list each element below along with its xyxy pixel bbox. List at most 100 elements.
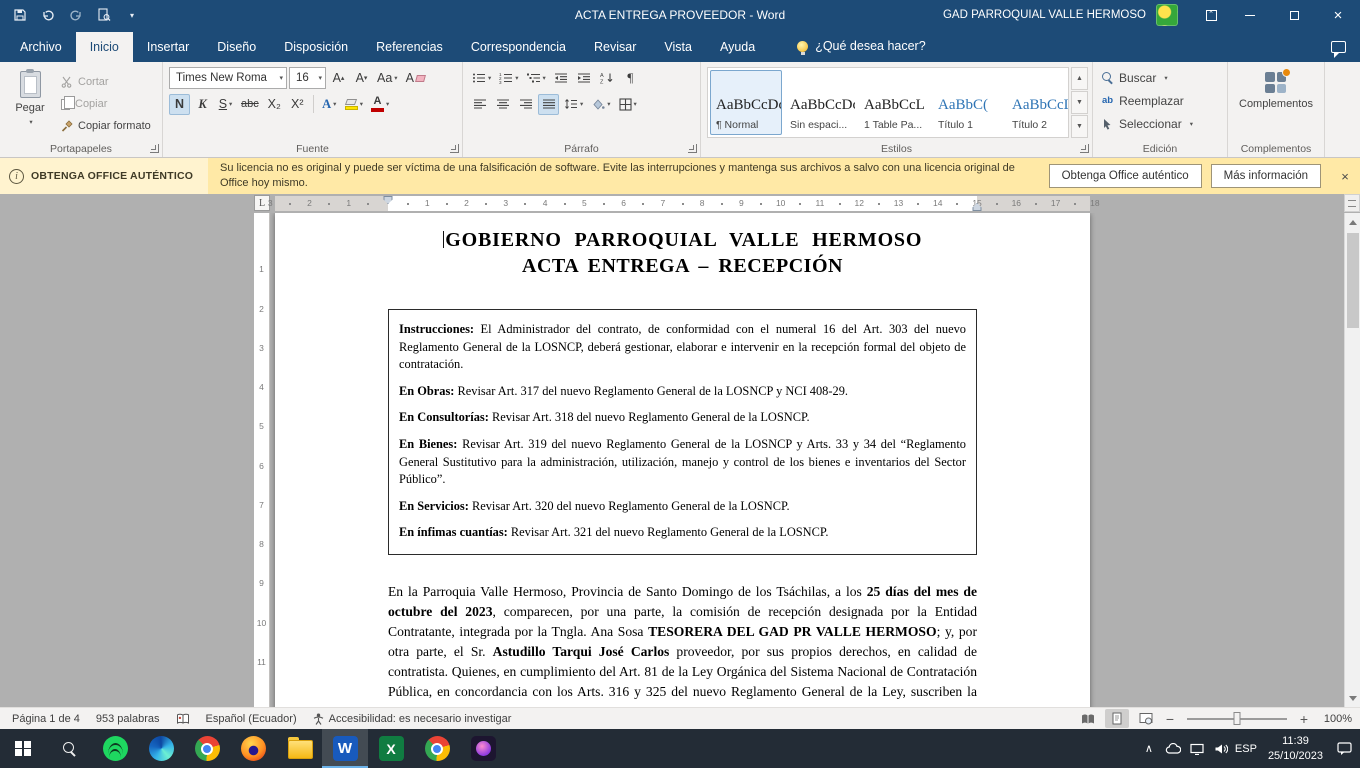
print-preview-icon[interactable] <box>96 7 112 23</box>
scroll-up-icon[interactable] <box>1345 214 1360 230</box>
taskbar-clock[interactable]: 11:39 25/10/2023 <box>1259 734 1332 763</box>
onedrive-cloud-icon[interactable] <box>1161 729 1185 768</box>
align-left-button[interactable] <box>469 94 490 115</box>
zoom-slider-thumb[interactable] <box>1234 712 1241 725</box>
scrollbar-thumb[interactable] <box>1347 233 1359 328</box>
read-mode-button[interactable] <box>1076 709 1100 728</box>
page-indicator[interactable]: Página 1 de 4 <box>4 708 88 729</box>
subscript-button[interactable]: X₂ <box>264 94 285 115</box>
gallery-more-icon[interactable]: ▼ <box>1071 115 1088 138</box>
italic-button[interactable]: K <box>192 94 213 115</box>
edge-icon[interactable] <box>138 729 184 768</box>
complementos-button[interactable]: Complementos <box>1233 70 1319 112</box>
account-name[interactable]: GAD PARROQUIAL VALLE HERMOSO <box>943 9 1146 21</box>
font-color-button[interactable]: A▾ <box>368 94 392 115</box>
underline-button[interactable]: S▾ <box>215 94 236 115</box>
customize-qat-icon[interactable]: ▾ <box>124 7 140 23</box>
find-button[interactable]: Buscar ▾ <box>1102 67 1224 88</box>
paste-button[interactable]: Pegar ▾ <box>3 65 57 140</box>
word-count[interactable]: 953 palabras <box>88 708 168 729</box>
gallery-scroll-down-icon[interactable]: ▼ <box>1071 91 1088 114</box>
chrome-icon[interactable] <box>184 729 230 768</box>
zoom-slider[interactable] <box>1187 718 1287 720</box>
document-page[interactable]: GOBIERNO PARROQUIAL VALLE HERMOSO ACTA E… <box>275 213 1090 707</box>
word-icon[interactable] <box>322 729 368 768</box>
account-avatar[interactable] <box>1156 4 1178 26</box>
decrease-indent-button[interactable] <box>551 68 572 89</box>
maximize-button[interactable] <box>1272 0 1316 30</box>
zoom-level[interactable]: 100% <box>1316 713 1352 725</box>
minimize-button[interactable] <box>1228 0 1272 30</box>
chrome-2-icon[interactable] <box>414 729 460 768</box>
tab-referencias[interactable]: Referencias <box>362 32 457 62</box>
style-item[interactable]: AaBbC(Título 1 <box>932 70 1004 135</box>
sort-button[interactable]: AZ <box>597 68 618 89</box>
shading-button[interactable]: ▾ <box>588 94 613 115</box>
taskbar-search-button[interactable] <box>46 729 92 768</box>
tab-disposicion[interactable]: Disposición <box>270 32 362 62</box>
font-size-combobox[interactable]: 16 ▾ <box>289 67 326 89</box>
ribbon-display-options-button[interactable]: ⌃ <box>1194 0 1228 30</box>
vertical-ruler[interactable]: 1234567891011 <box>254 213 270 707</box>
style-item[interactable]: AaBbCcL1 Table Pa... <box>858 70 930 135</box>
network-icon[interactable] <box>1185 729 1209 768</box>
tab-archivo[interactable]: Archivo <box>6 32 76 62</box>
clear-formatting-button[interactable]: A <box>403 68 428 89</box>
multilevel-list-button[interactable]: ▾ <box>524 68 549 89</box>
superscript-button[interactable]: X² <box>287 94 308 115</box>
bullets-button[interactable]: ▾ <box>469 68 494 89</box>
horizontal-ruler[interactable]: 321123456789101112131415161718 <box>275 196 1090 211</box>
style-item[interactable]: AaBbCcLTítulo 2 <box>1006 70 1069 135</box>
keyboard-language[interactable]: ESP <box>1233 729 1259 768</box>
grow-font-button[interactable]: A <box>328 68 349 89</box>
increase-indent-button[interactable] <box>574 68 595 89</box>
firefox-icon[interactable] <box>230 729 276 768</box>
select-button[interactable]: Seleccionar ▾ <box>1102 113 1224 134</box>
print-layout-button[interactable] <box>1105 709 1129 728</box>
dialog-launcher-icon[interactable] <box>150 144 159 153</box>
tab-insertar[interactable]: Insertar <box>133 32 203 62</box>
gallery-scroll-up-icon[interactable]: ▲ <box>1071 67 1088 90</box>
redo-icon[interactable] <box>68 7 84 23</box>
file-explorer-icon[interactable] <box>276 729 322 768</box>
spotify-icon[interactable] <box>92 729 138 768</box>
tab-vista[interactable]: Vista <box>650 32 706 62</box>
volume-icon[interactable] <box>1209 729 1233 768</box>
ruler-toggle-button[interactable] <box>1344 194 1360 212</box>
tray-expand-icon[interactable]: ∧ <box>1137 729 1161 768</box>
action-center-icon[interactable] <box>1332 729 1356 768</box>
dialog-launcher-icon[interactable] <box>450 144 459 153</box>
change-case-button[interactable]: Aa▾ <box>374 68 401 89</box>
format-painter-button[interactable]: Copiar formato <box>57 116 155 136</box>
get-office-button[interactable]: Obtenga Office auténtico <box>1049 164 1202 188</box>
justify-button[interactable] <box>538 94 559 115</box>
start-button[interactable] <box>0 729 46 768</box>
line-spacing-button[interactable]: ▾ <box>561 94 586 115</box>
text-effects-button[interactable]: A▾ <box>319 94 340 115</box>
dialog-launcher-icon[interactable] <box>1080 144 1089 153</box>
tell-me-box[interactable]: ¿Qué desea hacer? <box>797 39 926 62</box>
tab-revisar[interactable]: Revisar <box>580 32 650 62</box>
excel-icon[interactable] <box>368 729 414 768</box>
tab-inicio[interactable]: Inicio <box>76 32 133 62</box>
tab-correspondencia[interactable]: Correspondencia <box>457 32 580 62</box>
shrink-font-button[interactable]: A <box>351 68 372 89</box>
tab-diseno[interactable]: Diseño <box>203 32 270 62</box>
dialog-launcher-icon[interactable] <box>688 144 697 153</box>
borders-button[interactable]: ▾ <box>616 94 640 115</box>
align-right-button[interactable] <box>515 94 536 115</box>
more-info-button[interactable]: Más información <box>1211 164 1321 188</box>
copy-button[interactable]: Copiar <box>57 94 155 114</box>
close-warning-icon[interactable]: × <box>1330 169 1360 184</box>
save-icon[interactable] <box>12 7 28 23</box>
close-button[interactable]: × <box>1316 0 1360 30</box>
media-app-icon[interactable] <box>460 729 506 768</box>
bold-button[interactable]: N <box>169 94 190 115</box>
style-item[interactable]: AaBbCcDcSin espaci... <box>784 70 856 135</box>
scroll-down-icon[interactable] <box>1345 690 1360 706</box>
undo-icon[interactable] <box>40 7 56 23</box>
language-indicator[interactable]: Español (Ecuador) <box>198 708 305 729</box>
accessibility-status[interactable]: Accesibilidad: es necesario investigar <box>305 708 520 729</box>
numbering-button[interactable]: 123 ▾ <box>496 68 521 89</box>
zoom-in-button[interactable]: + <box>1297 711 1311 727</box>
